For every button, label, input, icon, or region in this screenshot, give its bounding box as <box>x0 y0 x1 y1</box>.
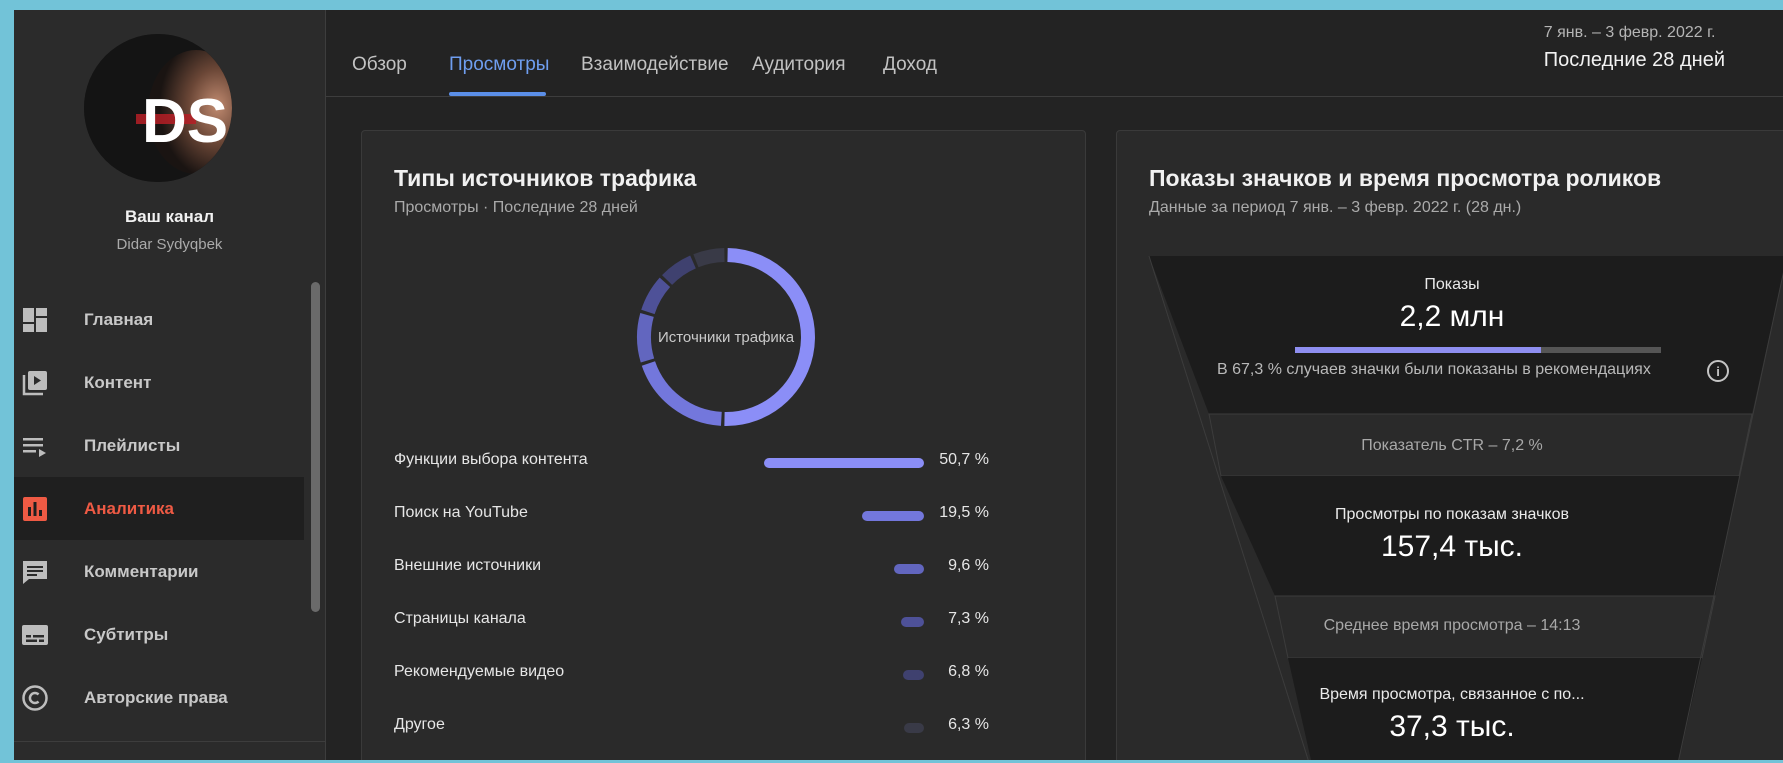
traffic-card-title: Типы источников трафика <box>394 165 697 191</box>
avatar-logo: DS <box>142 87 228 156</box>
watch-time-label: Время просмотра, связанное с по... <box>1319 686 1585 703</box>
traffic-source-bar <box>893 564 924 574</box>
traffic-source-percent: 50,7 % <box>939 451 989 468</box>
traffic-source-name: Страницы канала <box>394 610 526 627</box>
watch-time-value: 37,3 тыс. <box>1389 710 1515 743</box>
sidebar-item-label: Авторские права <box>84 687 228 707</box>
sidebar: DS Ваш канал Didar Sydyqbek Главная Конт… <box>14 10 326 760</box>
traffic-source-percent: 9,6 % <box>948 557 989 574</box>
youtube-studio-window: DS Ваш канал Didar Sydyqbek Главная Конт… <box>14 10 1783 760</box>
traffic-source-percent: 7,3 % <box>948 610 989 627</box>
comment-icon <box>21 558 49 586</box>
impressions-share-fill <box>1295 347 1542 353</box>
sidebar-item-analytics[interactable]: Аналитика <box>14 477 304 540</box>
tab-audience[interactable]: Аудитория <box>752 54 846 76</box>
sidebar-scrollbar[interactable] <box>311 282 320 612</box>
traffic-source-name: Рекомендуемые видео <box>394 663 565 680</box>
sidebar-divider <box>14 741 325 742</box>
analytics-icon <box>21 495 49 523</box>
impressions-funnel-card: Показы значков и время просмотра роликов… <box>1116 130 1783 760</box>
video-library-icon <box>21 369 49 397</box>
channel-name: Didar Sydyqbek <box>116 236 223 253</box>
subtitles-icon <box>21 621 49 649</box>
donut-center-label: Источники трафика <box>657 328 795 346</box>
sidebar-item-label: Субтитры <box>84 624 169 644</box>
traffic-source-bar <box>900 617 924 627</box>
date-range-text: 7 янв. – 3 февр. 2022 г. <box>1543 24 1716 41</box>
date-range-picker[interactable]: 7 янв. – 3 февр. 2022 г. Последние 28 дн… <box>1544 24 1725 72</box>
analytics-tabs: Обзор Просмотры Взаимодействие Аудитория… <box>325 10 1783 97</box>
funnel-card-subtitle: Данные за период 7 янв. – 3 февр. 2022 г… <box>1149 199 1522 216</box>
traffic-source-row[interactable]: Рекомендуемые видео 6,8 % <box>394 659 1054 689</box>
watch-time-metric[interactable]: Время просмотра, связанное с по... 37,3 … <box>1117 686 1783 744</box>
date-period-text: Последние 28 дней <box>1543 49 1725 71</box>
traffic-source-name: Функции выбора контента <box>394 451 588 468</box>
impression-views-label: Просмотры по показам значков <box>1335 506 1569 523</box>
sidebar-item-subtitles[interactable]: Субтитры <box>14 603 304 666</box>
sidebar-item-label: Комментарии <box>84 561 199 581</box>
traffic-source-bar <box>764 458 924 468</box>
tab-engagement[interactable]: Взаимодействие <box>581 54 729 76</box>
sidebar-item-copyright[interactable]: Авторские права <box>14 666 304 729</box>
impressions-share-bar <box>1295 347 1661 353</box>
traffic-source-bar <box>862 511 924 521</box>
traffic-source-name: Поиск на YouTube <box>394 504 528 521</box>
impressions-metric[interactable]: Показы 2,2 млн <box>1117 276 1783 334</box>
impression-views-value: 157,4 тыс. <box>1380 530 1524 563</box>
traffic-source-percent: 6,3 % <box>948 716 989 733</box>
impression-views-metric[interactable]: Просмотры по показам значков 157,4 тыс. <box>1117 506 1783 564</box>
traffic-source-row[interactable]: Страницы канала 7,3 % <box>394 606 1054 636</box>
traffic-source-row[interactable]: Функции выбора контента 50,7 % <box>394 447 1054 477</box>
traffic-source-name: Другое <box>394 716 445 733</box>
avatar-image: DS <box>84 34 232 182</box>
sidebar-item-dashboard[interactable]: Главная <box>14 288 304 351</box>
avg-view-duration-metric[interactable]: Среднее время просмотра – 14:13 <box>1117 617 1783 635</box>
dashboard-icon <box>21 306 49 334</box>
traffic-source-name: Внешние источники <box>394 557 542 574</box>
traffic-card-subtitle: Просмотры · Последние 28 дней <box>394 199 638 216</box>
tab-views[interactable]: Просмотры <box>449 54 549 76</box>
sidebar-item-label: Плейлисты <box>84 435 181 455</box>
tab-overview[interactable]: Обзор <box>352 54 407 76</box>
channel-avatar[interactable]: DS <box>84 34 232 182</box>
info-icon[interactable]: i <box>1707 360 1729 382</box>
active-tab-indicator <box>449 92 546 96</box>
traffic-source-percent: 19,5 % <box>939 504 989 521</box>
traffic-source-row[interactable]: Внешние источники 9,6 % <box>394 553 1054 583</box>
playlist-icon <box>21 432 49 460</box>
traffic-source-row[interactable]: Другое 6,3 % <box>394 712 1054 742</box>
sidebar-item-playlists[interactable]: Плейлисты <box>14 414 304 477</box>
impressions-note: В 67,3 % случаев значки были показаны в … <box>1217 361 1651 378</box>
traffic-source-row[interactable]: Поиск на YouTube 19,5 % <box>394 500 1054 530</box>
traffic-donut-chart[interactable]: Источники трафика <box>633 244 819 430</box>
impressions-value: 2,2 млн <box>1399 300 1505 333</box>
funnel-card-title: Показы значков и время просмотра роликов <box>1149 165 1662 191</box>
channel-title: Ваш канал <box>124 207 215 226</box>
sidebar-item-label: Аналитика <box>84 498 174 518</box>
traffic-source-bar <box>904 723 924 733</box>
tab-revenue[interactable]: Доход <box>883 54 937 76</box>
impressions-label: Показы <box>1424 276 1480 293</box>
sidebar-item-content[interactable]: Контент <box>14 351 304 414</box>
sidebar-item-label: Главная <box>84 309 154 329</box>
traffic-source-percent: 6,8 % <box>948 663 989 680</box>
ctr-metric[interactable]: Показатель CTR – 7,2 % <box>1117 437 1783 455</box>
sidebar-item-label: Контент <box>84 372 152 392</box>
copyright-icon <box>21 684 49 712</box>
traffic-sources-card: Типы источников трафика Просмотры · Посл… <box>361 130 1086 760</box>
sidebar-item-comments[interactable]: Комментарии <box>14 540 304 603</box>
traffic-source-bar <box>902 670 924 680</box>
